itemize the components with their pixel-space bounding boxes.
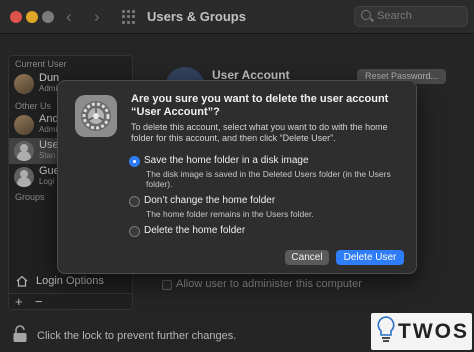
cancel-button[interactable]: Cancel xyxy=(285,250,329,265)
option-description: The home folder remains in the Users fol… xyxy=(146,209,314,219)
radio-button[interactable] xyxy=(129,226,140,237)
radio-button[interactable] xyxy=(129,196,140,207)
dialog-description: To delete this account, select what you … xyxy=(131,122,388,143)
radio-button-selected[interactable] xyxy=(129,156,140,167)
watermark-text: TWOS xyxy=(398,320,469,343)
system-preferences-gear-icon xyxy=(75,95,117,137)
option-label: Don’t change the home folder xyxy=(144,195,276,206)
users-groups-window: ‹ › Users & Groups Search Current User D… xyxy=(0,0,474,352)
lightbulb-icon xyxy=(377,316,395,342)
delete-user-dialog: Are you sure you want to delete the user… xyxy=(57,80,417,274)
option-label: Delete the home folder xyxy=(144,225,246,236)
twos-watermark-logo: TWOS xyxy=(371,313,472,350)
option-label: Save the home folder in a disk image xyxy=(144,155,309,166)
dialog-title: Are you sure you want to delete the user… xyxy=(131,93,389,118)
option-description: The disk image is saved in the Deleted U… xyxy=(146,169,391,189)
delete-user-button[interactable]: Delete User xyxy=(336,250,404,265)
